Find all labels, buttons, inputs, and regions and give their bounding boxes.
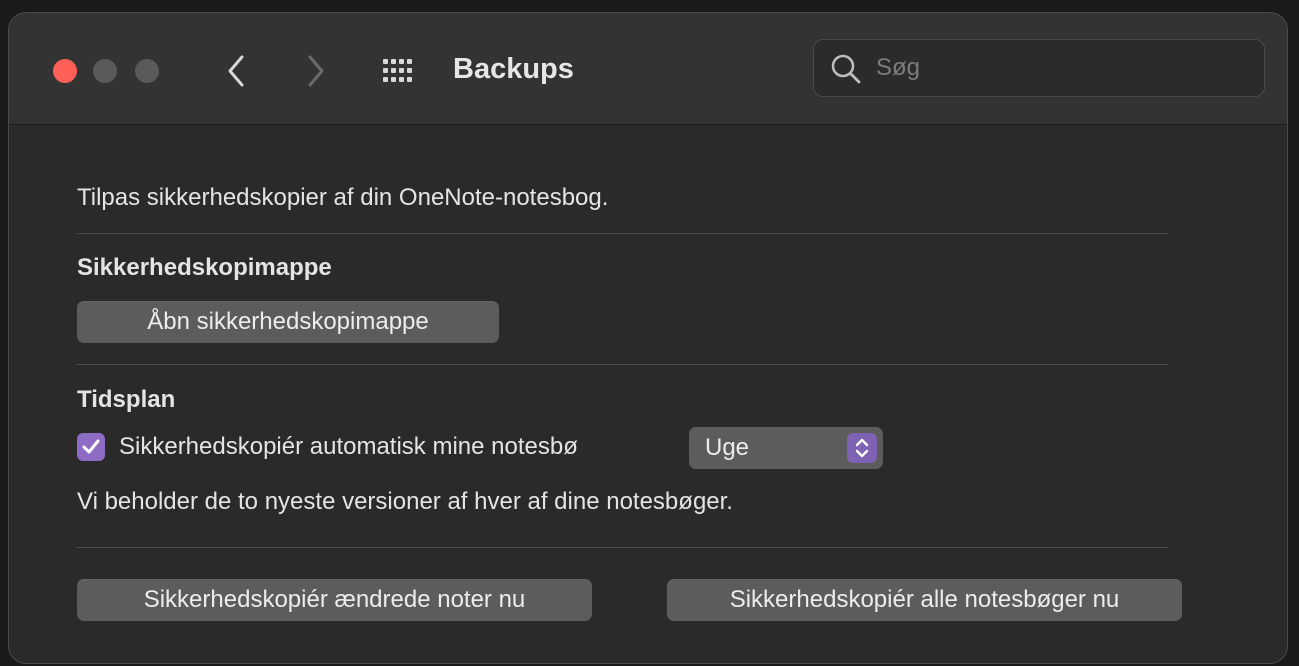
back-button[interactable] (219, 51, 253, 91)
auto-backup-label[interactable]: Sikkerhedskopiér automatisk mine notesbø (119, 432, 578, 462)
divider (77, 547, 1169, 548)
back-chevron-icon (228, 55, 244, 87)
grid-icon (383, 59, 412, 82)
updown-chevron-icon (855, 438, 869, 458)
preferences-window: Backups Tilpas sikkerhedskopier af din O… (8, 12, 1288, 664)
search-icon (831, 54, 861, 84)
frequency-value: Uge (705, 434, 750, 461)
window-toolbar: Backups (9, 13, 1287, 125)
checkmark-icon (82, 439, 100, 454)
divider (77, 364, 1169, 365)
minimize-window-button[interactable] (93, 59, 117, 83)
close-window-button[interactable] (53, 59, 77, 83)
intro-text: Tilpas sikkerhedskopier af din OneNote-n… (77, 184, 609, 211)
auto-backup-checkbox[interactable] (77, 433, 105, 461)
schedule-heading: Tidsplan (77, 386, 176, 413)
window-title: Backups (453, 53, 574, 85)
frequency-stepper (847, 433, 877, 463)
forward-chevron-icon (308, 55, 324, 87)
search-field[interactable] (813, 39, 1265, 97)
backup-changed-notes-button[interactable]: Sikkerhedskopiér ændrede noter nu (77, 579, 592, 621)
backups-pane: Tilpas sikkerhedskopier af din OneNote-n… (9, 125, 1287, 663)
open-backup-folder-button[interactable]: Åbn sikkerhedskopimappe (77, 301, 499, 343)
search-input[interactable] (876, 50, 1246, 86)
zoom-window-button[interactable] (135, 59, 159, 83)
show-all-button[interactable] (379, 53, 419, 89)
backup-frequency-select[interactable]: Uge (689, 427, 883, 469)
forward-button[interactable] (299, 51, 333, 91)
divider (77, 233, 1169, 234)
retention-note: Vi beholder de to nyeste versioner af hv… (77, 488, 733, 515)
backup-folder-heading: Sikkerhedskopimappe (77, 254, 332, 281)
backup-all-notebooks-button[interactable]: Sikkerhedskopiér alle notesbøger nu (667, 579, 1182, 621)
